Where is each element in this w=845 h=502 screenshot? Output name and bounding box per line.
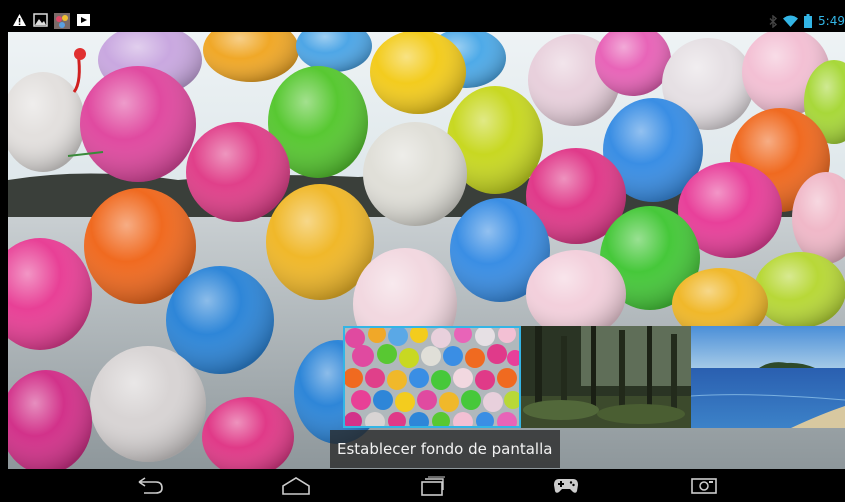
device-screen: 5:49 Establecer fondo de pantalla: [0, 0, 845, 502]
status-bar: 5:49: [8, 10, 845, 32]
back-button[interactable]: [130, 473, 170, 499]
recent-apps-button[interactable]: [412, 473, 452, 499]
recent-apps-icon: [421, 476, 445, 496]
screenshot-icon: [691, 478, 717, 494]
home-icon: [282, 477, 310, 495]
wifi-icon: [783, 15, 799, 27]
video-play-icon: [77, 14, 90, 26]
warning-icon: [13, 14, 26, 26]
forest-thumbnail-image: [521, 326, 691, 428]
battery-icon: [804, 14, 813, 28]
back-icon: [138, 477, 163, 494]
wallpaper-thumbnail-strip: [343, 326, 845, 428]
set-wallpaper-button[interactable]: Establecer fondo de pantalla: [330, 430, 561, 468]
thumbnail-balloons[interactable]: [343, 326, 521, 428]
thumbnail-forest[interactable]: [521, 326, 691, 428]
status-right-group: 5:49: [769, 10, 845, 32]
sea-thumbnail-image: [691, 326, 845, 428]
image-icon: [33, 13, 48, 27]
photo-thumbnail-icon: [54, 13, 70, 29]
navigation-bar: [8, 469, 845, 502]
clock-time: 5:49: [818, 14, 845, 28]
balloons-thumbnail-image: [343, 326, 521, 428]
thumbnail-sea[interactable]: [691, 326, 845, 428]
bluetooth-icon: [769, 14, 778, 28]
home-button[interactable]: [276, 473, 316, 499]
game-button[interactable]: [546, 473, 586, 499]
screenshot-button[interactable]: [684, 473, 724, 499]
gamepad-icon: [554, 479, 578, 493]
